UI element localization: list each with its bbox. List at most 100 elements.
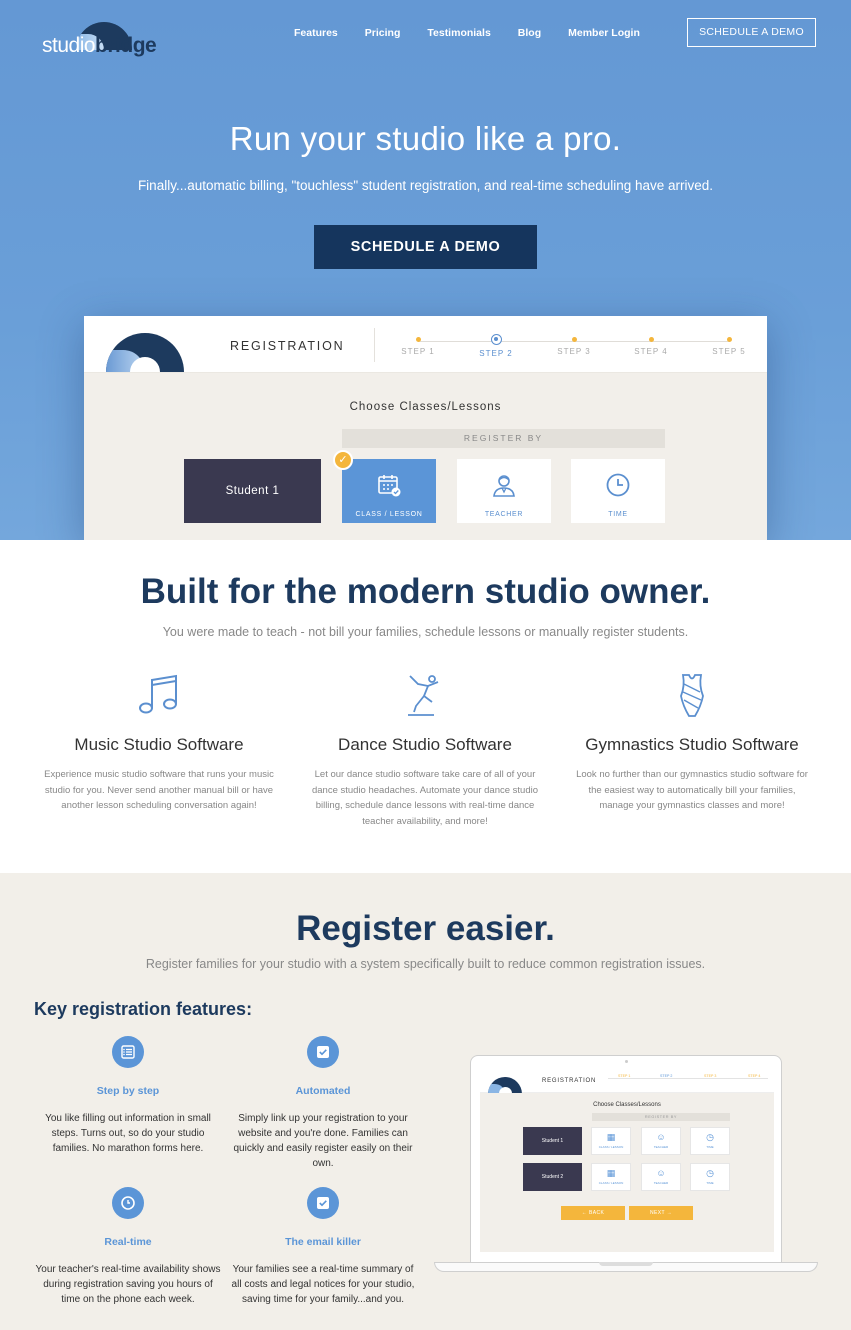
feature-title: Gymnastics Studio Software <box>585 735 799 754</box>
option-teacher[interactable]: TEACHER <box>457 459 551 523</box>
nav-features[interactable]: Features <box>294 27 338 39</box>
feature-title: Music Studio Software <box>74 735 244 754</box>
key-features-heading: Key registration features: <box>34 999 253 1019</box>
step-dot <box>571 337 577 342</box>
clock-icon: ◷ <box>706 1132 714 1142</box>
mockup-logo-arc <box>106 333 184 372</box>
register-section-title: Register easier. <box>296 909 555 948</box>
key-feature-email-killer: The email killer Your families see a rea… <box>228 1187 418 1307</box>
feature-gymnastics: Gymnastics Studio Software Look no furth… <box>562 672 822 814</box>
step-label: STEP 5 <box>712 347 746 356</box>
key-feature-title: Real-time <box>104 1236 152 1248</box>
logo-text-light: studio <box>42 34 96 57</box>
step-label: STEP 3 <box>557 347 591 356</box>
laptop-step: STEP 4 <box>748 1074 761 1078</box>
mockup-registration-heading: REGISTRATION <box>230 339 345 353</box>
feature-text: Let our dance studio software take care … <box>311 769 539 827</box>
step-dot <box>726 337 732 342</box>
step-label: STEP 2 <box>479 349 513 358</box>
list-icon <box>112 1036 144 1068</box>
nav-member-login[interactable]: Member Login <box>568 27 640 39</box>
laptop-option-teacher: ☺ TEACHER <box>641 1163 681 1191</box>
check-icon <box>307 1187 339 1219</box>
register-section: Register easier. Register families for y… <box>0 873 851 1330</box>
nav-testimonials[interactable]: Testimonials <box>427 27 490 39</box>
laptop-back-button: ← BACK <box>561 1206 625 1220</box>
register-section-subtitle: Register families for your studio with a… <box>145 957 706 971</box>
key-feature-title: Step by step <box>96 1085 160 1097</box>
nav-schedule-demo-button[interactable]: SCHEDULE A DEMO <box>687 18 816 47</box>
laptop-choose-heading: Choose Classes/Lessons <box>593 1102 661 1108</box>
nav-pricing[interactable]: Pricing <box>365 27 401 39</box>
clock-icon <box>606 473 630 497</box>
key-feature-automated: Automated Simply link up your registrati… <box>228 1036 418 1171</box>
clock-icon: ◷ <box>706 1168 714 1178</box>
step-dot <box>415 337 421 342</box>
hero-section: studiobridge Features Pricing Testimonia… <box>0 0 851 540</box>
check-icon <box>307 1036 339 1068</box>
hero-subtitle: Finally...automatic billing, "touchless"… <box>137 178 714 193</box>
laptop-camera <box>625 1060 628 1063</box>
key-feature-real-time: Real-time Your teacher's real-time avail… <box>33 1187 223 1307</box>
laptop-step: STEP 2 <box>660 1074 673 1078</box>
laptop-option-label: TEACHER <box>653 1181 669 1185</box>
step-5: STEP 5 <box>699 334 759 356</box>
step-label: STEP 1 <box>401 347 435 356</box>
laptop-app-body: Choose Classes/Lessons REGISTER BY Stude… <box>480 1093 774 1252</box>
calendar-icon: ▦ <box>606 1132 616 1142</box>
mockup-header: REGISTRATION STEP 1 STEP 2 STEP 3 STEP 4… <box>84 316 767 373</box>
main-nav: Features Pricing Testimonials Blog Membe… <box>294 27 667 39</box>
key-feature-title: Automated <box>295 1085 351 1097</box>
laptop-option-label: CLASS / LESSON <box>598 1181 624 1185</box>
step-2: STEP 2 <box>466 334 526 358</box>
laptop-register-by-bar: REGISTER BY <box>592 1113 730 1121</box>
option-label: TEACHER <box>484 511 524 518</box>
leotard-icon <box>680 674 704 717</box>
nav-blog[interactable]: Blog <box>518 27 541 39</box>
registration-app-mockup: REGISTRATION STEP 1 STEP 2 STEP 3 STEP 4… <box>84 316 767 540</box>
teacher-icon: ☺ <box>656 1132 666 1142</box>
studiobridge-logo[interactable]: studiobridge <box>42 22 162 57</box>
option-time[interactable]: TIME <box>571 459 665 523</box>
laptop-option-label: CLASS / LESSON <box>598 1145 624 1149</box>
dancer-icon <box>408 675 439 716</box>
hero-schedule-demo-button[interactable]: SCHEDULE A DEMO <box>314 225 537 269</box>
hero-title: Run your studio like a pro. <box>229 120 622 157</box>
laptop-step: STEP 3 <box>704 1074 717 1078</box>
laptop-step: STEP 1 <box>618 1074 631 1078</box>
feature-text: Experience music studio software that ru… <box>44 769 274 811</box>
laptop-notch <box>599 1262 653 1266</box>
mockup-choose-heading: Choose Classes/Lessons <box>349 401 502 413</box>
step-1: STEP 1 <box>388 334 448 356</box>
music-note-icon <box>139 674 177 714</box>
laptop-option-class: ▦ CLASS / LESSON <box>591 1163 631 1191</box>
key-feature-text: Your families see a real-time summary of… <box>231 1264 415 1305</box>
teacher-icon <box>493 475 515 497</box>
step-label: STEP 4 <box>634 347 668 356</box>
teacher-icon: ☺ <box>656 1168 666 1178</box>
key-feature-text: You like filling out information in smal… <box>45 1113 211 1154</box>
laptop-app-header: REGISTRATION STEP 1 STEP 2 STEP 3 STEP 4 <box>480 1069 774 1094</box>
key-feature-text: Simply link up your registration to your… <box>233 1113 413 1169</box>
laptop-student-card: Student 1 <box>523 1127 582 1155</box>
laptop-option-teacher: ☺ TEACHER <box>641 1127 681 1155</box>
feature-dance: Dance Studio Software Let our dance stud… <box>295 672 555 829</box>
feature-music: Music Studio Software Experience music s… <box>29 672 289 814</box>
step-4: STEP 4 <box>621 334 681 356</box>
calendar-icon <box>378 475 401 497</box>
selected-check-icon: ✓ <box>333 450 353 470</box>
mockup-student-card[interactable]: Student 1 <box>184 459 321 523</box>
modern-section-title: Built for the modern studio owner. <box>140 572 711 611</box>
option-label: TIME <box>608 511 628 518</box>
laptop-registration-heading: REGISTRATION <box>542 1078 597 1084</box>
laptop-option-label: TIME <box>706 1181 714 1185</box>
laptop-option-class: ▦ CLASS / LESSON <box>591 1127 631 1155</box>
laptop-logo-arc <box>488 1077 522 1094</box>
key-feature-step-by-step: Step by step You like filling out inform… <box>33 1036 223 1156</box>
mockup-divider <box>374 328 375 362</box>
laptop-mockup: REGISTRATION STEP 1 STEP 2 STEP 3 STEP 4… <box>434 1055 818 1275</box>
step-dot <box>648 337 654 342</box>
option-class-lesson[interactable]: ✓ CLASS / LESSON <box>333 450 436 523</box>
laptop-option-label: TEACHER <box>653 1145 669 1149</box>
laptop-screen-content: REGISTRATION STEP 1 STEP 2 STEP 3 STEP 4… <box>480 1069 774 1252</box>
